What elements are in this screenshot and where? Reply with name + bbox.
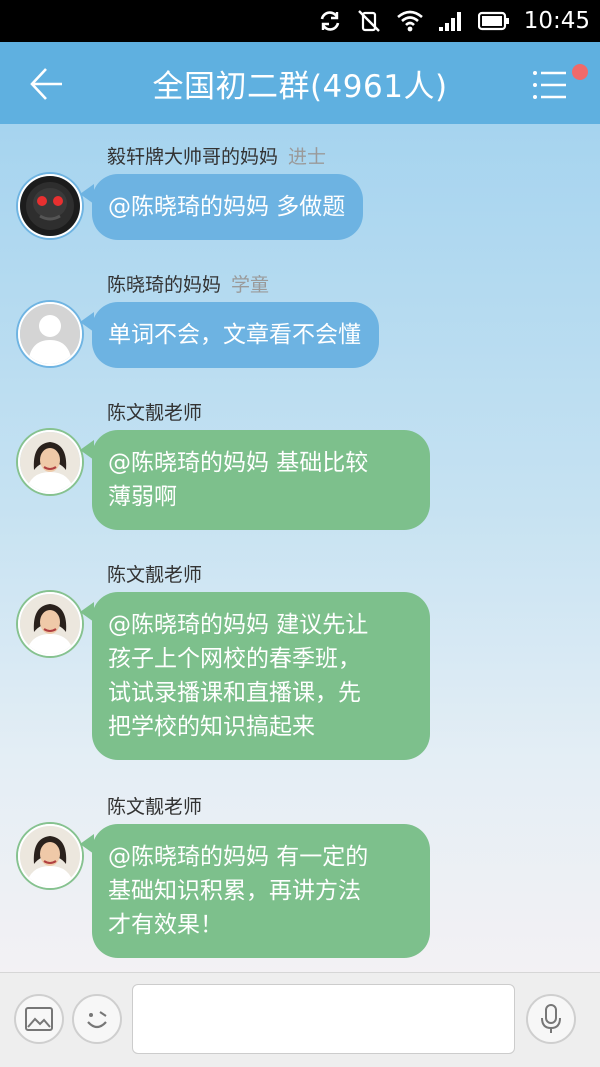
chat-message-list[interactable]: 毅轩牌大帅哥的妈妈 进士 @陈晓琦的妈妈 多做题 陈晓琦的妈妈 学童 单词不会，… [0,124,600,972]
message-bubble[interactable]: @陈晓琦的妈妈 多做题 [79,174,364,240]
back-arrow-icon[interactable] [26,64,66,104]
group-title: 全国初二群(4961人) [152,68,448,105]
avatar[interactable] [18,174,82,238]
dark-skull-avatar [20,176,80,236]
mute-icon [356,8,382,34]
notification-dot [572,64,588,80]
sender-rank: 进士 [288,146,327,168]
microphone-icon[interactable] [526,994,576,1044]
sender-name[interactable]: 毅轩牌大帅哥的妈妈 [107,146,278,168]
sender-rank: 学童 [231,274,270,296]
sender-line: 陈晓琦的妈妈 学童 [107,270,269,297]
menu-icon[interactable] [532,68,570,102]
input-bar [0,972,600,1067]
sender-name[interactable]: 陈文靓老师 [107,796,202,818]
wifi-icon [396,10,424,32]
image-icon[interactable] [14,994,64,1044]
message-bubble[interactable]: @陈晓琦的妈妈 有一定的 基础知识积累，再讲方法 才有效果！ [80,824,430,958]
default-user-avatar [20,304,80,364]
avatar[interactable] [18,824,82,888]
message-bubble[interactable]: 单词不会，文章看不会懂 [80,302,379,368]
teacher-avatar [20,826,80,886]
sync-icon [318,9,342,33]
teacher-avatar [20,432,80,492]
sender-line: 陈文靓老师 [107,560,202,587]
teacher-avatar [20,594,80,654]
sender-line: 陈文靓老师 [107,398,202,425]
sender-name[interactable]: 陈文靓老师 [107,564,202,586]
message-input[interactable] [132,984,515,1054]
signal-icon [438,10,464,32]
emoji-icon[interactable] [72,994,122,1044]
message-bubble[interactable]: @陈晓琦的妈妈 建议先让 孩子上个网校的春季班， 试试录播课和直播课，先 把学校… [80,592,430,760]
sender-name[interactable]: 陈文靓老师 [107,402,202,424]
status-bar: 10:45 [0,0,600,42]
avatar[interactable] [18,592,82,656]
battery-icon [477,11,510,31]
sender-name[interactable]: 陈晓琦的妈妈 [107,274,221,296]
message-bubble[interactable]: @陈晓琦的妈妈 基础比较 薄弱啊 [80,430,430,530]
chat-header: 全国初二群(4961人) [0,42,600,124]
status-time: 10:45 [523,8,590,34]
sender-line: 陈文靓老师 [107,792,202,819]
avatar[interactable] [18,302,82,366]
sender-line: 毅轩牌大帅哥的妈妈 进士 [107,142,326,169]
avatar[interactable] [18,430,82,494]
